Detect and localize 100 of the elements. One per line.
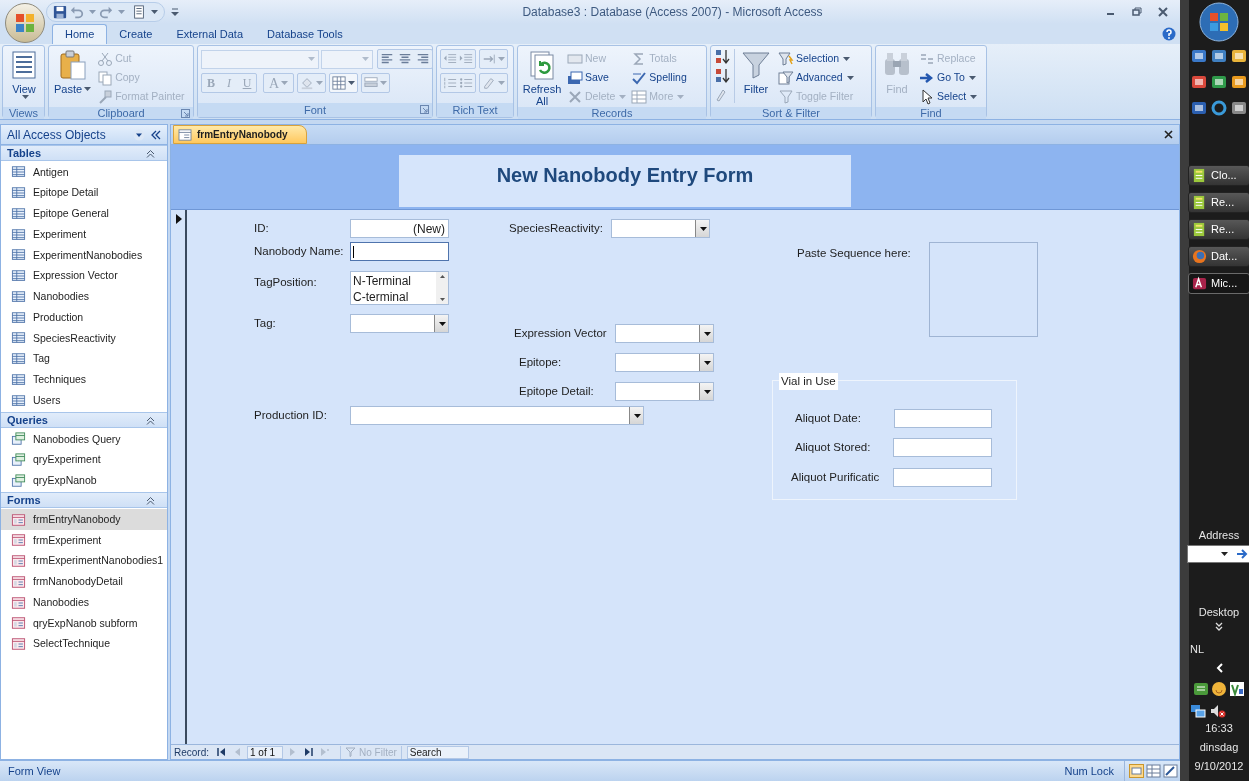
align-left-icon[interactable] bbox=[380, 52, 394, 66]
dropdown-button[interactable] bbox=[699, 383, 713, 400]
taskbar-button[interactable]: Clo... bbox=[1188, 165, 1249, 186]
show-hidden-icons-icon[interactable] bbox=[1215, 663, 1223, 673]
app-icon[interactable] bbox=[1231, 48, 1247, 64]
dropdown-button[interactable] bbox=[695, 220, 709, 237]
navigation-item[interactable]: Antigen bbox=[1, 162, 167, 183]
ribbon-tab[interactable]: External Data bbox=[164, 24, 256, 44]
help-icon[interactable] bbox=[1162, 27, 1176, 41]
ribbon-button[interactable]: Selection bbox=[777, 49, 855, 68]
app-icon[interactable] bbox=[1211, 100, 1227, 116]
navigation-item[interactable]: Nanobodies bbox=[1, 286, 167, 308]
sort-ascending-icon[interactable] bbox=[714, 49, 730, 65]
close-icon[interactable] bbox=[1164, 130, 1173, 139]
text-field[interactable] bbox=[893, 468, 992, 487]
close-icon[interactable] bbox=[1158, 7, 1168, 17]
app-icon[interactable] bbox=[1191, 48, 1207, 64]
collapse-icon[interactable] bbox=[151, 129, 161, 140]
navigation-item[interactable]: Nanobodies Query bbox=[1, 429, 167, 450]
ribbon-tab[interactable]: Home bbox=[52, 24, 108, 44]
text-field[interactable] bbox=[894, 409, 992, 428]
network-icon[interactable] bbox=[1190, 703, 1206, 719]
save-icon[interactable] bbox=[53, 5, 67, 19]
list-option[interactable]: C-terminal bbox=[353, 289, 436, 305]
scrollbar[interactable] bbox=[436, 272, 448, 304]
navigation-item[interactable]: frmExperimentNanobodies1 bbox=[1, 550, 167, 572]
section-header[interactable]: Tables bbox=[1, 145, 167, 161]
ribbon-button[interactable]: Save bbox=[566, 68, 628, 87]
taskbar-button[interactable]: Dat... bbox=[1188, 246, 1249, 267]
navigation-item[interactable]: Experiment bbox=[1, 224, 167, 245]
dialog-launcher-icon[interactable] bbox=[420, 105, 429, 114]
navigation-item[interactable]: frmEntryNanobody bbox=[1, 509, 167, 530]
address-field[interactable] bbox=[1187, 545, 1249, 563]
dropdown-button[interactable] bbox=[629, 407, 643, 424]
navigation-item[interactable]: qryExperiment bbox=[1, 449, 167, 471]
taskbar-button[interactable]: Re... bbox=[1188, 192, 1249, 213]
navigation-item[interactable]: qryExpNanob bbox=[1, 470, 167, 492]
last-record-icon[interactable] bbox=[304, 747, 313, 757]
section-header[interactable]: Forms bbox=[1, 492, 167, 509]
ribbon-tab[interactable]: Create bbox=[107, 24, 165, 44]
language-indicator[interactable]: NL bbox=[1189, 642, 1205, 656]
navigation-item[interactable]: Users bbox=[1, 390, 167, 411]
dialog-launcher-icon[interactable] bbox=[181, 109, 190, 118]
app-icon[interactable] bbox=[1211, 48, 1227, 64]
gridlines-icon[interactable] bbox=[332, 76, 347, 90]
navigation-item[interactable]: Nanobodies bbox=[1, 592, 167, 613]
dropdown-button[interactable] bbox=[434, 315, 448, 332]
ribbon-button[interactable]: Advanced bbox=[777, 68, 855, 87]
app-icon[interactable] bbox=[1211, 74, 1227, 90]
ribbon-button[interactable]: Paste bbox=[52, 49, 94, 107]
form-view-icon[interactable] bbox=[1129, 764, 1144, 778]
navigation-item[interactable]: Techniques bbox=[1, 369, 167, 391]
navigation-item[interactable]: SelectTechnique bbox=[1, 633, 167, 655]
navigation-item[interactable]: SpeciesReactivity bbox=[1, 328, 167, 349]
form-icon[interactable] bbox=[132, 5, 146, 19]
fill-color-icon[interactable] bbox=[300, 76, 315, 90]
navigation-item[interactable]: Expression Vector bbox=[1, 265, 167, 287]
volume-muted-icon[interactable] bbox=[1210, 703, 1226, 719]
restore-icon[interactable] bbox=[1132, 7, 1142, 17]
text-field[interactable] bbox=[350, 242, 449, 261]
chevron-icon[interactable] bbox=[1215, 622, 1223, 632]
document-tab[interactable]: frmEntryNanobody bbox=[173, 125, 307, 144]
navigation-item[interactable]: frmNanobodyDetail bbox=[1, 571, 167, 593]
dropdown-button[interactable] bbox=[699, 354, 713, 371]
list-box[interactable]: N-Terminal C-terminal bbox=[350, 271, 449, 305]
section-header[interactable]: Queries bbox=[1, 412, 167, 428]
taskbar-button[interactable]: Re... bbox=[1188, 219, 1249, 240]
navigation-item[interactable]: Epitope Detail bbox=[1, 182, 167, 204]
search-field[interactable]: Search bbox=[406, 745, 469, 759]
collapse-up-icon[interactable] bbox=[146, 148, 155, 158]
customize-icon[interactable] bbox=[171, 7, 179, 17]
taskbar-button[interactable]: Mic... bbox=[1188, 273, 1249, 294]
sort-descending-icon[interactable] bbox=[714, 68, 730, 84]
ribbon-button[interactable]: View bbox=[6, 49, 42, 107]
dropdown-button[interactable] bbox=[699, 325, 713, 342]
navigation-item[interactable]: frmExperiment bbox=[1, 530, 167, 551]
navigation-item[interactable]: qryExpNanob subform bbox=[1, 613, 167, 634]
tray-icon[interactable] bbox=[1193, 681, 1209, 697]
navigation-item[interactable]: Tag bbox=[1, 348, 167, 370]
align-center-icon[interactable] bbox=[398, 52, 412, 66]
align-right-icon[interactable] bbox=[416, 52, 430, 66]
app-icon[interactable] bbox=[1231, 100, 1247, 116]
ribbon-button[interactable]: Go To bbox=[918, 68, 979, 87]
record-number-field[interactable]: 1 of 1 bbox=[247, 745, 283, 759]
navigation-item[interactable]: ExperimentNanobodies bbox=[1, 245, 167, 266]
ribbon-tab[interactable]: Database Tools bbox=[255, 24, 355, 44]
app-icon[interactable] bbox=[1231, 74, 1247, 90]
design-view-icon[interactable] bbox=[1163, 764, 1178, 778]
app-icon[interactable] bbox=[1191, 100, 1207, 116]
ribbon-button[interactable]: Filter bbox=[738, 49, 774, 107]
start-button[interactable] bbox=[1199, 2, 1239, 42]
collapse-up-icon[interactable] bbox=[146, 415, 155, 425]
list-option[interactable]: N-Terminal bbox=[353, 273, 436, 289]
tray-icon[interactable] bbox=[1211, 681, 1227, 697]
first-record-icon[interactable] bbox=[217, 747, 226, 757]
text-field[interactable]: (New) bbox=[350, 219, 449, 238]
text-field[interactable] bbox=[893, 438, 992, 457]
ribbon-button[interactable]: Spelling bbox=[630, 68, 688, 87]
navigation-item[interactable]: Epitope General bbox=[1, 203, 167, 225]
ribbon-button[interactable]: Select bbox=[918, 87, 979, 106]
